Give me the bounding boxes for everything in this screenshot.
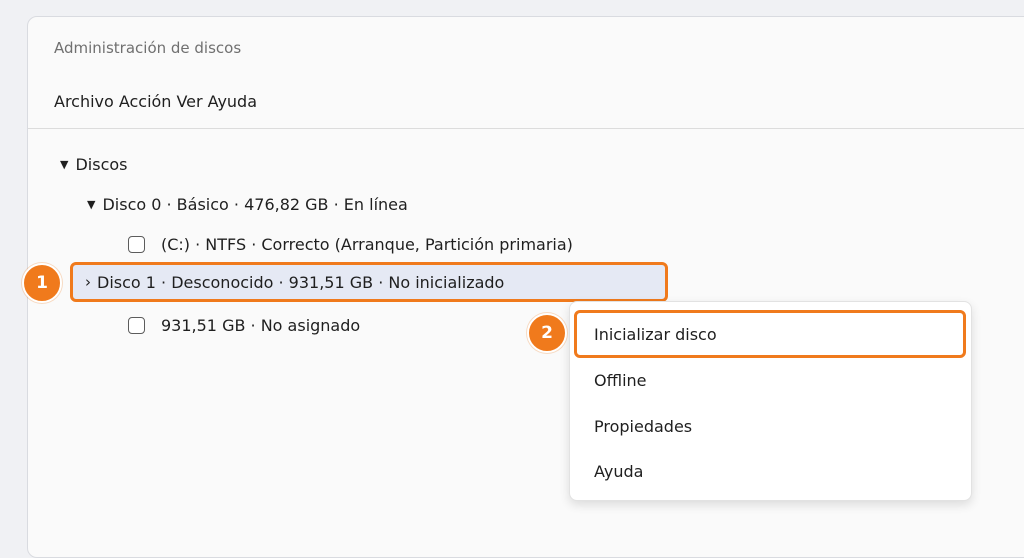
step-2-badge: 2	[527, 313, 567, 353]
menu-bar: Archivo Acción Ver Ayuda	[54, 92, 262, 111]
menu-item-ayuda[interactable]: Ayuda	[594, 462, 643, 481]
tree-node-partition-c[interactable]: (C:) · NTFS · Correcto (Arranque, Partic…	[128, 232, 573, 256]
tree-node-disk-0[interactable]: ▼ Disco 0 · Básico · 476,82 GB · En líne…	[87, 192, 408, 216]
tree-node-disk-1[interactable]: › Disco 1 · Desconocido · 931,51 GB · No…	[70, 262, 668, 302]
tree-node-label: 931,51 GB · No asignado	[161, 315, 361, 335]
tree-node-label: Disco 0 · Básico · 476,82 GB · En línea	[102, 194, 408, 214]
caret-down-icon[interactable]: ▼	[87, 198, 95, 211]
menu-item-inicializar-disco[interactable]: Inicializar disco	[594, 325, 717, 344]
step-1-badge: 1	[22, 263, 62, 303]
menu-item-propiedades[interactable]: Propiedades	[594, 417, 692, 436]
menu-ver[interactable]: Ver	[176, 92, 202, 111]
tree-node-label: Disco 1 · Desconocido · 931,51 GB · No i…	[97, 272, 505, 292]
menu-item-offline[interactable]: Offline	[594, 371, 647, 390]
context-menu: Inicializar disco Offline Propiedades Ay…	[569, 301, 972, 501]
caret-down-icon[interactable]: ▼	[60, 158, 68, 171]
tree-node-discos[interactable]: ▼ Discos	[60, 152, 128, 176]
menu-divider	[28, 128, 1024, 129]
menu-accion[interactable]: Acción	[119, 92, 172, 111]
unallocated-checkbox[interactable]	[128, 316, 145, 334]
window-title: Administración de discos	[54, 39, 242, 57]
tree-node-label: Discos	[75, 154, 128, 174]
menu-archivo[interactable]: Archivo	[54, 92, 114, 111]
chevron-right-icon[interactable]: ›	[85, 273, 91, 291]
partition-checkbox[interactable]	[128, 235, 145, 253]
menu-ayuda[interactable]: Ayuda	[208, 92, 257, 111]
tree-node-unallocated[interactable]: 931,51 GB · No asignado	[128, 313, 360, 337]
tree-node-label: (C:) · NTFS · Correcto (Arranque, Partic…	[161, 234, 573, 254]
